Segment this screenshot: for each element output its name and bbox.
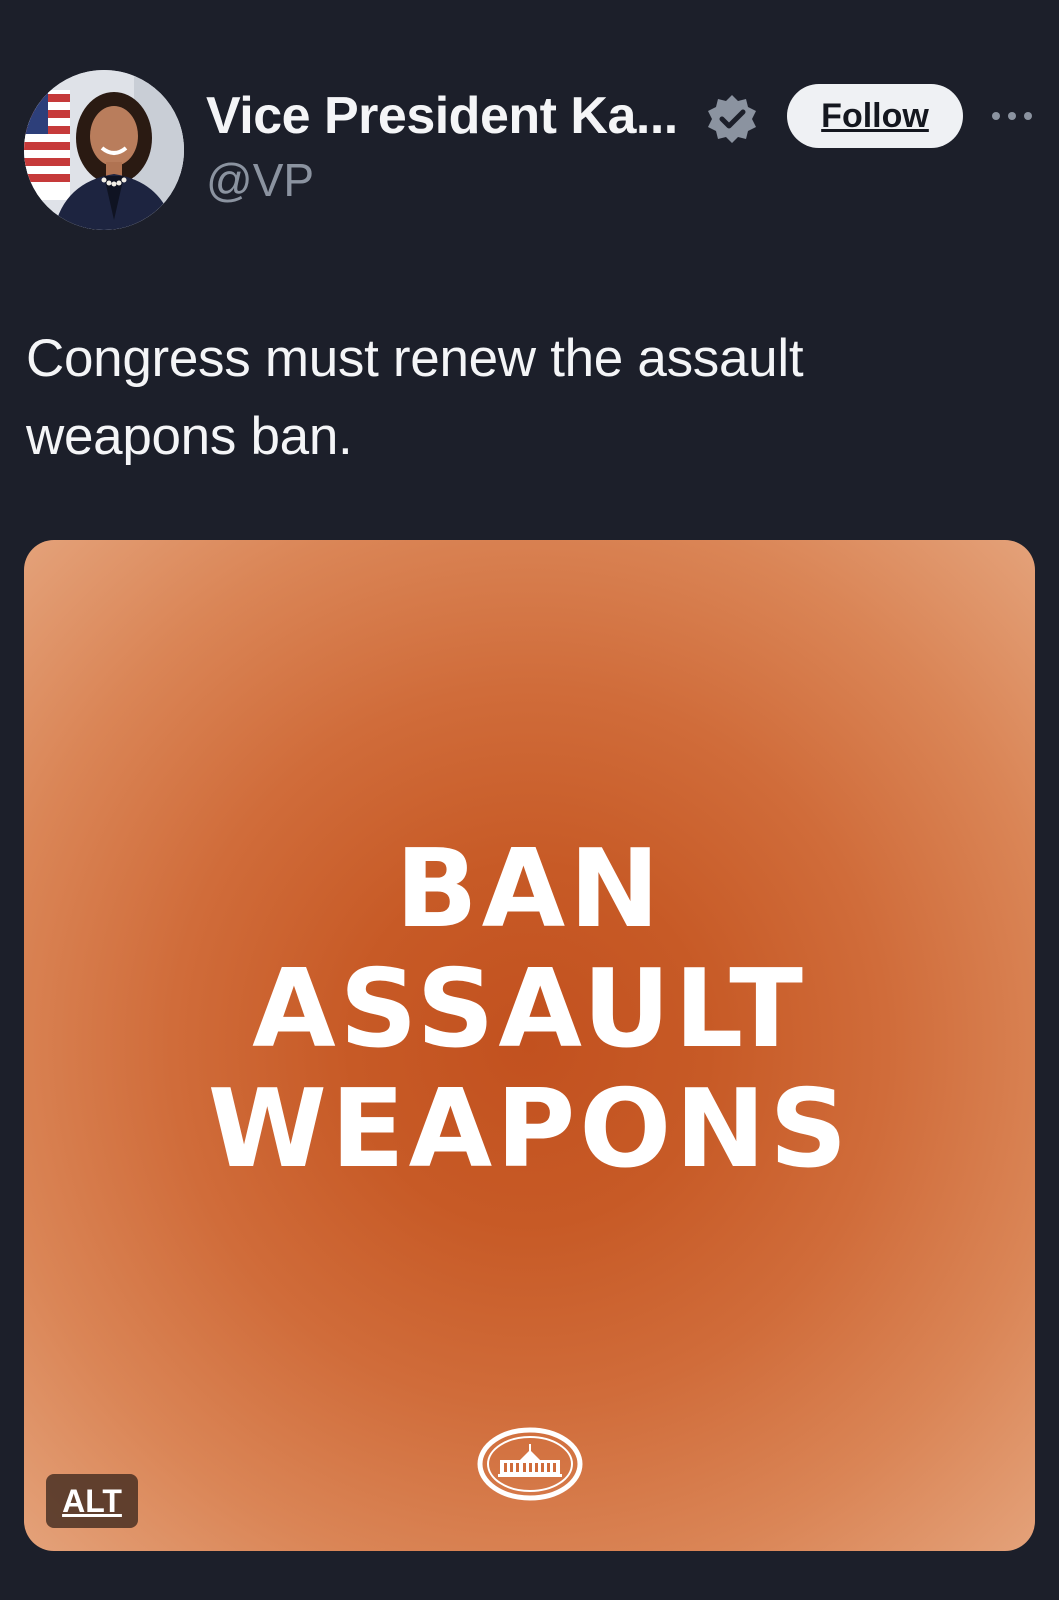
profile-photo-icon (24, 70, 184, 230)
headline-line: ASSAULT (252, 947, 807, 1072)
tweet-header: Vice President Ka... @VP Follow (0, 0, 1059, 250)
tweet-image[interactable]: BAN ASSAULT WEAPONS ALT (24, 540, 1035, 1551)
display-name[interactable]: Vice President Ka... (206, 86, 678, 146)
tweet-text: Congress must renew the assault weapons … (26, 329, 804, 466)
image-headline: BAN ASSAULT WEAPONS (24, 830, 1035, 1190)
more-options-icon[interactable] (988, 100, 1036, 132)
alt-text-button[interactable]: ALT (46, 1474, 138, 1528)
white-house-logo-icon (476, 1424, 584, 1504)
verified-badge-icon[interactable] (706, 93, 758, 145)
avatar[interactable] (24, 70, 184, 230)
headline-line: BAN (395, 827, 664, 952)
follow-button[interactable]: Follow (787, 84, 963, 148)
account-handle[interactable]: @VP (206, 153, 314, 207)
headline-line: WEAPONS (207, 1067, 852, 1192)
